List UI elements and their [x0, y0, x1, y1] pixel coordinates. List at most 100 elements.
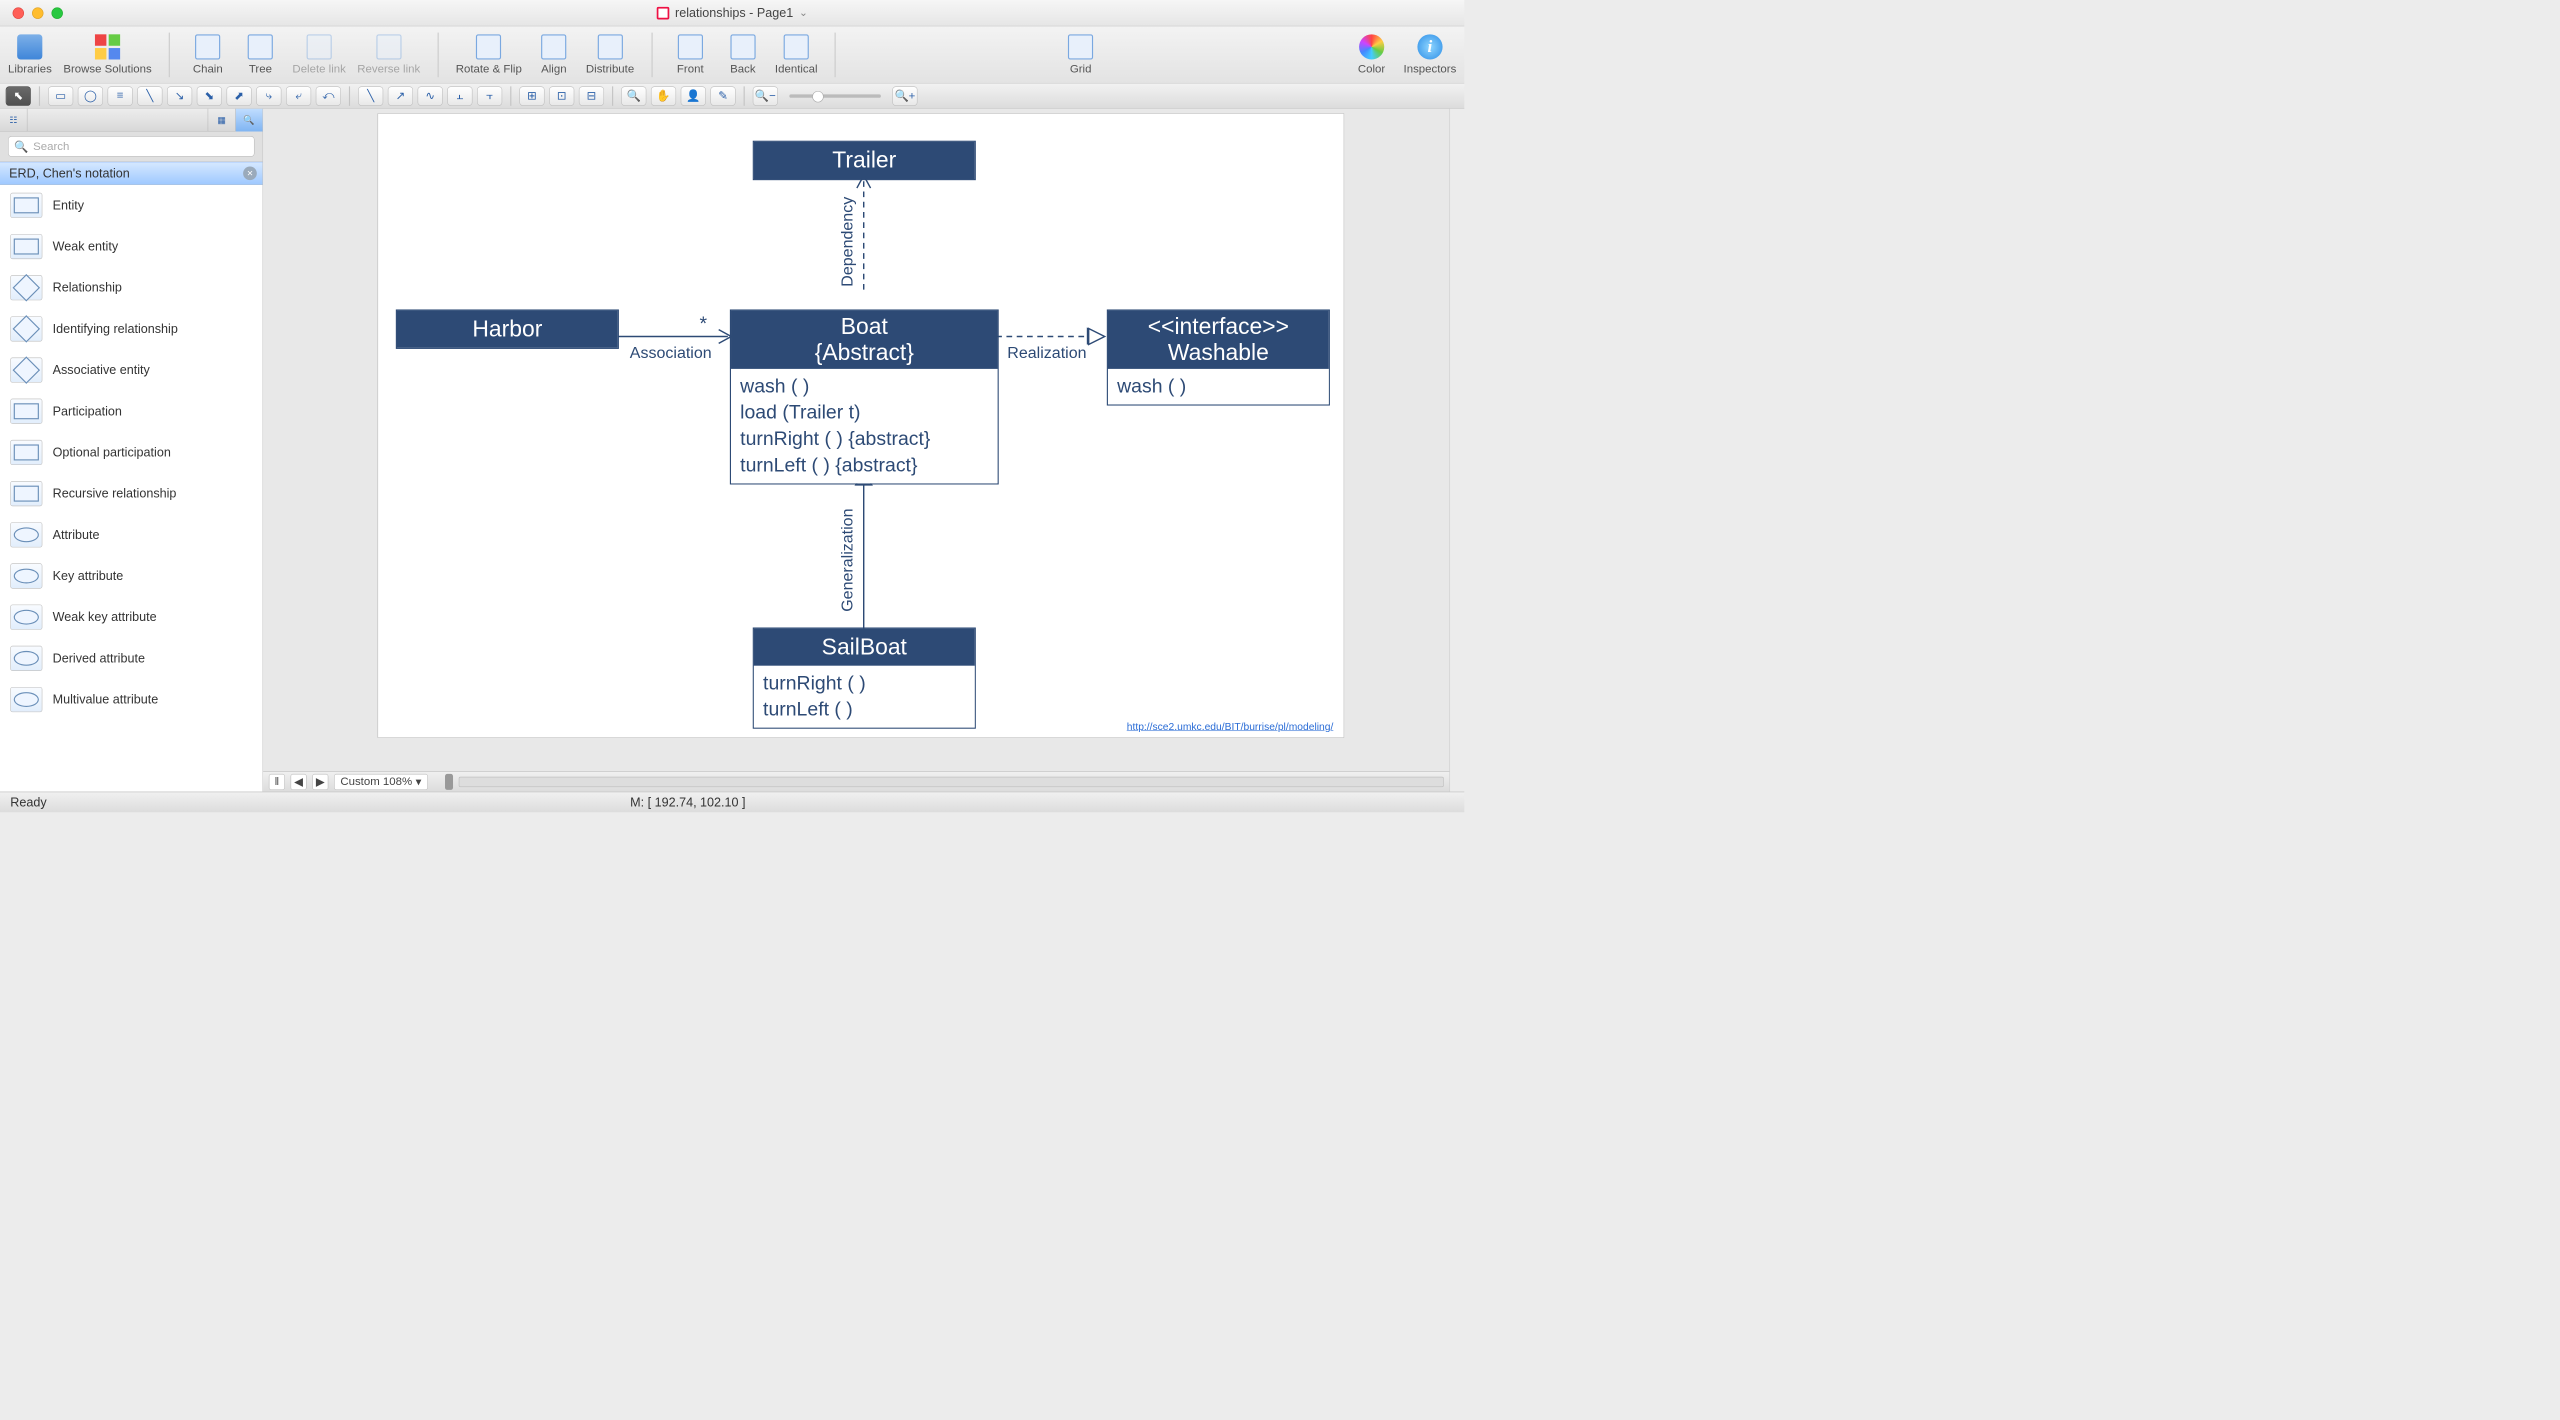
conn-tool-1[interactable]: ╲ [137, 86, 162, 105]
align-button[interactable]: Align [533, 33, 574, 76]
ellipse-tool[interactable]: ◯ [78, 86, 103, 105]
sidebar-item[interactable]: Recursive relationship [0, 473, 263, 514]
hscrollbar[interactable] [459, 776, 1444, 786]
uml-header: Boat {Abstract} [731, 311, 998, 369]
scrollbar-thumb[interactable] [445, 774, 453, 790]
conn-tool-7[interactable]: ⤺ [316, 86, 341, 105]
uml-body: turnRight ( ) turnLeft ( ) [754, 666, 975, 728]
uml-class-boat[interactable]: Boat {Abstract} wash ( ) load (Trailer t… [730, 309, 999, 484]
grid-button[interactable]: Grid [1060, 33, 1101, 76]
sidebar-grid-icon[interactable]: ▦ [208, 109, 235, 132]
identical-button[interactable]: Identical [775, 33, 818, 76]
rotate-flip-button[interactable]: Rotate & Flip [456, 33, 522, 76]
zoom-slider[interactable] [789, 94, 881, 97]
label-dependency: Dependency [838, 197, 856, 287]
zoom-select[interactable]: Custom 108%▾ [334, 774, 428, 790]
conn-tool-6[interactable]: ⤶ [286, 86, 311, 105]
uml-header: Trailer [754, 142, 975, 179]
sidebar-top: ☷ ▦ 🔍 [0, 109, 263, 132]
zoom-in-button[interactable]: 🔍+ [892, 86, 917, 105]
line-tool-1[interactable]: ╲ [358, 86, 383, 105]
conn-tool-5[interactable]: ⤷ [256, 86, 281, 105]
status-mouse: M: [ 192.74, 102.10 ] [630, 795, 745, 810]
chain-button[interactable]: Chain [187, 33, 228, 76]
sidebar-item[interactable]: Identifying relationship [0, 308, 263, 349]
label-generalization: Generalization [838, 509, 856, 612]
line-tool-4[interactable]: ⫠ [447, 86, 472, 105]
uml-header: SailBoat [754, 629, 975, 666]
uml-class-sailboat[interactable]: SailBoat turnRight ( ) turnLeft ( ) [753, 627, 976, 728]
sidebar-item-label: Attribute [53, 527, 100, 542]
sidebar-toggle-icon[interactable]: ☷ [0, 109, 27, 132]
ellipse-icon [10, 687, 42, 712]
color-button[interactable]: Color [1351, 33, 1392, 76]
label-multiplicity: * [700, 313, 708, 335]
sidebar-item[interactable]: Optional participation [0, 432, 263, 473]
uml-class-trailer[interactable]: Trailer [753, 141, 976, 180]
uml-class-harbor[interactable]: Harbor [396, 309, 619, 348]
sidebar-item[interactable]: Associative entity [0, 349, 263, 390]
conn-tool-2[interactable]: ↘ [167, 86, 192, 105]
conn-tool-4[interactable]: ⬈ [227, 86, 252, 105]
status-ready: Ready [10, 795, 46, 810]
pointer-tool[interactable]: ⬉ [6, 86, 31, 105]
conn-tool-3[interactable]: ⬊ [197, 86, 222, 105]
text-tool[interactable]: ≡ [108, 86, 133, 105]
snap-tool-3[interactable]: ⊟ [579, 86, 604, 105]
inspectors-button[interactable]: Inspectors [1404, 33, 1457, 76]
window-title-text: relationships - Page1 [675, 5, 793, 20]
vscrollbar[interactable] [1449, 109, 1464, 792]
source-link[interactable]: http://sce2.umkc.edu/BIT/burrise/pl/mode… [1127, 721, 1334, 733]
snap-tool-2[interactable]: ⊡ [549, 86, 574, 105]
page-prev-button[interactable]: ◀ [291, 774, 307, 790]
person-tool[interactable]: 👤 [681, 86, 706, 105]
page-pause-icon[interactable]: ‖ [269, 774, 285, 790]
sidebar-item[interactable]: Entity [0, 185, 263, 226]
zoom-out-button[interactable]: 🔍− [753, 86, 778, 105]
sidebar-item[interactable]: Key attribute [0, 555, 263, 596]
sidebar: ☷ ▦ 🔍 🔍 Search ERD, Chen's notation × En… [0, 109, 263, 792]
pan-tool[interactable]: ✋ [651, 86, 676, 105]
tree-button[interactable]: Tree [240, 33, 281, 76]
search-input[interactable]: 🔍 Search [8, 136, 255, 157]
page-next-button[interactable]: ▶ [312, 774, 328, 790]
sidebar-category-header[interactable]: ERD, Chen's notation × [0, 162, 263, 185]
close-icon[interactable]: × [243, 166, 257, 180]
sidebar-search-icon[interactable]: 🔍 [235, 109, 262, 132]
line-tool-2[interactable]: ↗ [388, 86, 413, 105]
sidebar-item[interactable]: Attribute [0, 514, 263, 555]
chevron-down-icon[interactable]: ⌄ [799, 7, 808, 19]
diamond-icon [10, 275, 42, 300]
zoom-tool[interactable]: 🔍 [621, 86, 646, 105]
rect-icon [10, 193, 42, 218]
uml-interface-washable[interactable]: <<interface>> Washable wash ( ) [1107, 309, 1330, 405]
rect-icon [10, 234, 42, 259]
close-window-button[interactable] [13, 7, 24, 18]
delete-link-button: Delete link [292, 33, 345, 76]
front-button[interactable]: Front [670, 33, 711, 76]
titlebar: relationships - Page1 ⌄ [0, 0, 1464, 26]
search-icon: 🔍 [14, 139, 28, 153]
rect-tool[interactable]: ▭ [48, 86, 73, 105]
distribute-button[interactable]: Distribute [586, 33, 634, 76]
sidebar-item-label: Weak key attribute [53, 610, 157, 625]
sidebar-item[interactable]: Derived attribute [0, 638, 263, 679]
browse-solutions-button[interactable]: Browse Solutions [63, 33, 151, 76]
sidebar-item[interactable]: Weak key attribute [0, 597, 263, 638]
canvas[interactable]: Trailer Harbor Boat {Abstract} wash ( ) … [378, 113, 1345, 738]
sidebar-item[interactable]: Multivalue attribute [0, 679, 263, 720]
zoom-window-button[interactable] [51, 7, 62, 18]
snap-tool-1[interactable]: ⊞ [519, 86, 544, 105]
sidebar-item[interactable]: Participation [0, 391, 263, 432]
line-tool-5[interactable]: ⫟ [477, 86, 502, 105]
back-button[interactable]: Back [722, 33, 763, 76]
libraries-button[interactable]: Libraries [8, 33, 52, 76]
sidebar-item[interactable]: Weak entity [0, 226, 263, 267]
uml-body: wash ( ) load (Trailer t) turnRight ( ) … [731, 369, 998, 483]
main-toolbar: Libraries Browse Solutions Chain Tree De… [0, 26, 1464, 83]
sidebar-item-label: Recursive relationship [53, 486, 177, 501]
line-tool-3[interactable]: ∿ [418, 86, 443, 105]
sidebar-item[interactable]: Relationship [0, 267, 263, 308]
minimize-window-button[interactable] [32, 7, 43, 18]
eyedropper-tool[interactable]: ✎ [710, 86, 735, 105]
